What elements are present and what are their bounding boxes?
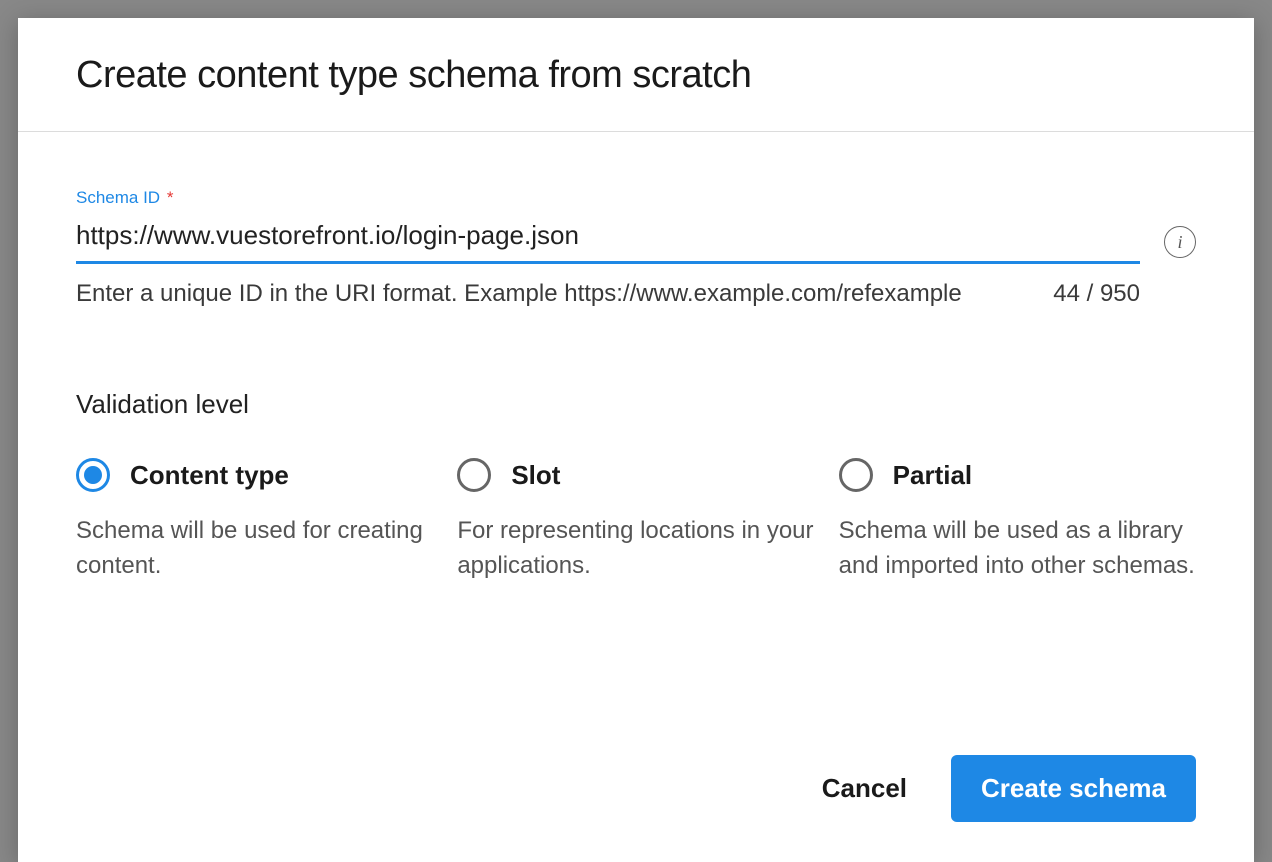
- radio-dot-icon: [84, 466, 102, 484]
- required-marker: *: [167, 188, 174, 207]
- info-icon-wrap: i: [1164, 226, 1196, 258]
- schema-id-label: Schema ID *: [76, 188, 1140, 208]
- dialog-title: Create content type schema from scratch: [76, 54, 1196, 97]
- schema-id-field-row: Schema ID * Enter a unique ID in the URI…: [76, 188, 1196, 309]
- validation-options: Content type Schema will be used for cre…: [76, 458, 1196, 584]
- radio-description: Schema will be used as a library and imp…: [839, 514, 1196, 584]
- schema-id-input[interactable]: [76, 216, 1140, 264]
- radio-content-type[interactable]: Content type: [76, 458, 433, 492]
- radio-description: Schema will be used for creating content…: [76, 514, 433, 584]
- info-icon[interactable]: i: [1164, 226, 1196, 258]
- dialog-body: Schema ID * Enter a unique ID in the URI…: [18, 132, 1254, 604]
- dialog-footer: Cancel Create schema: [818, 755, 1196, 822]
- schema-id-help-text: Enter a unique ID in the URI format. Exa…: [76, 278, 962, 309]
- cancel-button[interactable]: Cancel: [818, 763, 911, 814]
- radio-title: Content type: [130, 460, 289, 491]
- radio-title: Slot: [511, 460, 560, 491]
- validation-level-label: Validation level: [76, 389, 1196, 420]
- dialog-header: Create content type schema from scratch: [18, 18, 1254, 132]
- radio-description: For representing locations in your appli…: [457, 514, 814, 584]
- create-schema-button[interactable]: Create schema: [951, 755, 1196, 822]
- radio-title: Partial: [893, 460, 973, 491]
- schema-id-char-count: 44 / 950: [1053, 280, 1140, 308]
- radio-option-slot: Slot For representing locations in your …: [457, 458, 814, 584]
- schema-id-field: Schema ID * Enter a unique ID in the URI…: [76, 188, 1140, 309]
- radio-slot[interactable]: Slot: [457, 458, 814, 492]
- radio-option-partial: Partial Schema will be used as a library…: [839, 458, 1196, 584]
- radio-partial[interactable]: Partial: [839, 458, 1196, 492]
- radio-circle-icon: [76, 458, 110, 492]
- schema-id-help-row: Enter a unique ID in the URI format. Exa…: [76, 278, 1140, 309]
- radio-circle-icon: [457, 458, 491, 492]
- radio-option-content-type: Content type Schema will be used for cre…: [76, 458, 433, 584]
- create-schema-dialog: Create content type schema from scratch …: [18, 18, 1254, 862]
- radio-circle-icon: [839, 458, 873, 492]
- schema-id-label-text: Schema ID: [76, 188, 160, 207]
